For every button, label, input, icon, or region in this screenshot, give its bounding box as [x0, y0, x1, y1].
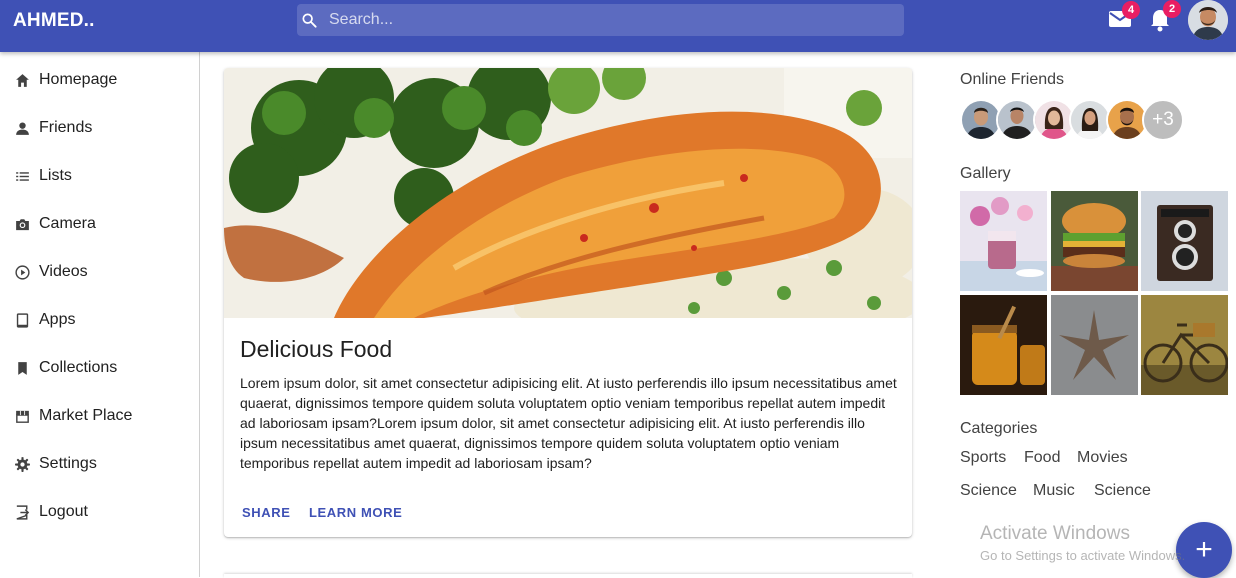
friend-avatar[interactable] — [1069, 99, 1111, 141]
category-link-science-2[interactable]: Science — [1094, 482, 1151, 500]
sidebar-item-logout[interactable]: Logout — [0, 488, 199, 536]
sidebar-item-settings[interactable]: Settings — [0, 440, 199, 488]
category-link-science[interactable]: Science — [960, 482, 1017, 500]
notifications-button[interactable]: 2 — [1149, 0, 1181, 32]
sidebar-item-lists[interactable]: Lists — [0, 152, 199, 200]
friend-avatar[interactable] — [996, 99, 1038, 141]
post-card: Delicious Food Lorem ipsum dolor, sit am… — [224, 68, 912, 537]
gallery-image-starfish[interactable] — [1051, 295, 1138, 395]
categories-heading: Categories — [960, 420, 1038, 437]
app-bar: AHMED.. 4 2 — [0, 0, 1236, 52]
category-link-sports[interactable]: Sports — [960, 449, 1006, 467]
bookmark-icon — [18, 361, 27, 375]
home-icon — [16, 73, 29, 87]
sidebar-item-apps[interactable]: Apps — [0, 296, 199, 344]
sidebar-item-collections[interactable]: Collections — [0, 344, 199, 392]
category-link-music[interactable]: Music — [1033, 482, 1075, 500]
search-icon — [302, 13, 317, 28]
sidebar-item-friends[interactable]: Friends — [0, 104, 199, 152]
sidebar-item-label: Logout — [39, 503, 88, 520]
gallery-image-flowers-dessert[interactable] — [960, 191, 1047, 291]
next-post-card-edge — [224, 574, 912, 578]
notification-badge: 2 — [1163, 0, 1181, 18]
sidebar-item-label: Homepage — [39, 71, 118, 88]
learn-more-button[interactable]: LEARN MORE — [309, 505, 402, 520]
sidebar-item-label: Lists — [39, 167, 72, 184]
sidebar-item-camera[interactable]: Camera — [0, 200, 199, 248]
more-friends-count[interactable]: +3 — [1142, 99, 1184, 141]
sidebar-item-label: Friends — [39, 119, 93, 136]
post-body: Lorem ipsum dolor, sit amet consectetur … — [240, 375, 897, 471]
sidebar-item-label: Camera — [39, 215, 96, 232]
sidebar: Homepage Friends Lists Camera Videos App… — [0, 52, 200, 577]
sidebar-item-label: Apps — [39, 311, 76, 328]
gallery-image-burger[interactable] — [1051, 191, 1138, 291]
online-friends-heading: Online Friends — [960, 71, 1065, 88]
category-link-movies[interactable]: Movies — [1077, 449, 1128, 467]
sidebar-item-label: Collections — [39, 359, 118, 376]
sidebar-item-videos[interactable]: Videos — [0, 248, 199, 296]
share-button[interactable]: SHARE — [242, 505, 291, 520]
list-icon — [16, 171, 29, 181]
gallery-image-bicycle[interactable] — [1141, 295, 1228, 395]
mail-badge: 4 — [1122, 1, 1140, 19]
sidebar-item-label: Market Place — [39, 407, 133, 424]
sidebar-item-label: Videos — [39, 263, 88, 280]
sidebar-item-label: Settings — [39, 455, 97, 472]
person-icon — [16, 121, 29, 135]
app-logo[interactable]: AHMED.. — [13, 10, 95, 32]
search-input[interactable] — [329, 4, 889, 36]
gallery-image-camera[interactable] — [1141, 191, 1228, 291]
storefront-icon — [16, 410, 29, 423]
logout-icon — [16, 504, 30, 520]
gear-icon — [15, 456, 30, 472]
post-title: Delicious Food — [240, 336, 393, 362]
mail-button[interactable]: 4 — [1108, 1, 1140, 29]
activate-windows-title: Activate Windows — [980, 523, 1130, 544]
sidebar-item-homepage[interactable]: Homepage — [0, 56, 199, 104]
sidebar-item-market-place[interactable]: Market Place — [0, 392, 199, 440]
play-circle-icon — [15, 264, 30, 280]
activate-windows-subtitle: Go to Settings to activate Windows. — [980, 548, 1186, 563]
user-avatar[interactable] — [1188, 0, 1228, 40]
category-link-food[interactable]: Food — [1024, 449, 1060, 467]
tablet-icon — [16, 312, 29, 328]
camera-icon — [16, 218, 29, 230]
search-box[interactable] — [297, 4, 904, 36]
gallery-heading: Gallery — [960, 165, 1011, 182]
post-image — [224, 68, 912, 318]
gallery-image-honey[interactable] — [960, 295, 1047, 395]
